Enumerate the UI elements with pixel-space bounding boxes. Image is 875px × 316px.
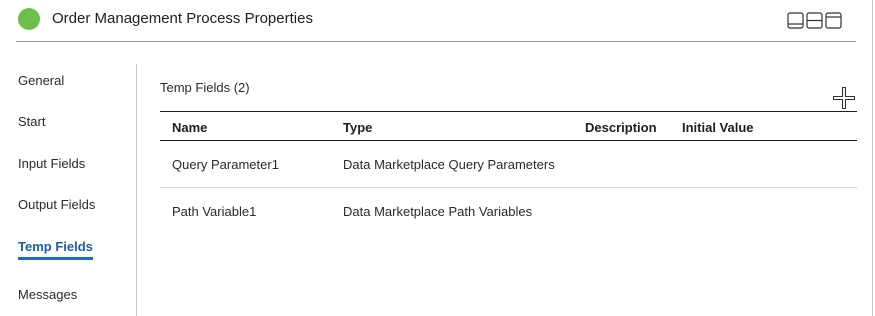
cell-name: Query Parameter1 (172, 157, 279, 172)
panel-header: Order Management Process Properties (16, 0, 856, 42)
properties-sidebar: General Start Input Fields Output Fields… (0, 64, 137, 316)
page-title: Order Management Process Properties (52, 10, 313, 27)
cell-type: Data Marketplace Query Parameters (343, 157, 555, 172)
column-header-description[interactable]: Description (585, 120, 657, 135)
status-indicator (18, 8, 40, 30)
layout-toggle-group (787, 12, 842, 29)
column-header-type[interactable]: Type (343, 120, 372, 135)
sidebar-item-output-fields[interactable]: Output Fields (18, 197, 95, 212)
sidebar-item-temp-fields[interactable]: Temp Fields (18, 239, 93, 260)
layout-split-horizontal-icon[interactable] (806, 12, 823, 29)
sidebar-item-general[interactable]: General (18, 73, 64, 88)
table-row[interactable]: Query Parameter1 Data Marketplace Query … (160, 141, 857, 188)
sidebar-item-input-fields[interactable]: Input Fields (18, 156, 85, 171)
cell-type: Data Marketplace Path Variables (343, 204, 533, 219)
table-row[interactable]: Path Variable1 Data Marketplace Path Var… (160, 188, 857, 234)
sidebar-item-start[interactable]: Start (18, 114, 45, 129)
table-header: Name Type Description Initial Value (160, 112, 857, 141)
sidebar-item-messages[interactable]: Messages (18, 287, 77, 302)
section-title: Temp Fields (2) (160, 80, 250, 95)
layout-bottom-panel-icon[interactable] (787, 12, 804, 29)
properties-panel: Order Management Process Properties Gene… (0, 0, 873, 316)
cell-name: Path Variable1 (172, 204, 257, 219)
layout-top-panel-icon[interactable] (825, 12, 842, 29)
column-header-initial-value[interactable]: Initial Value (682, 120, 754, 135)
plus-icon[interactable] (832, 86, 856, 110)
temp-fields-table: Name Type Description Initial Value Quer… (160, 111, 857, 234)
column-header-name[interactable]: Name (172, 120, 207, 135)
